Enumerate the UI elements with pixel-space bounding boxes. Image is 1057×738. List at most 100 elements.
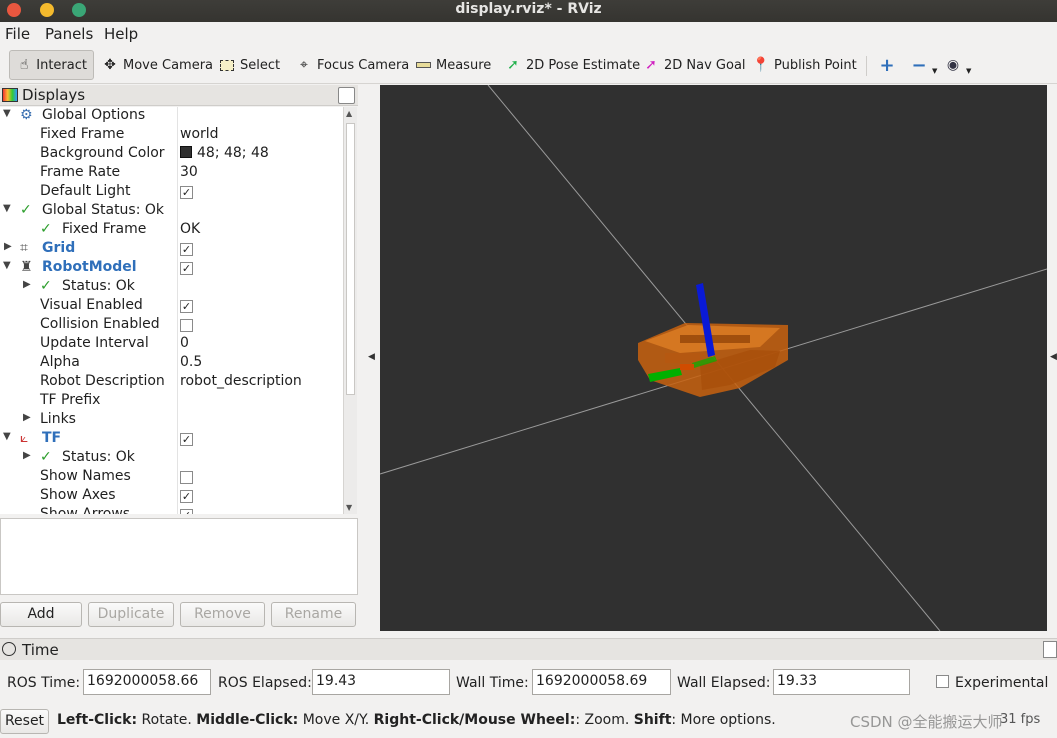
tree-row-tf-prefix[interactable]: TF Prefix (0, 392, 343, 411)
robot-model-enabled-checkbox[interactable]: ✓ (180, 262, 193, 275)
tree-label: Fixed Frame (40, 126, 125, 142)
collision-enabled-checkbox[interactable] (180, 319, 193, 332)
interact-tool-button[interactable]: ☝ Interact (9, 50, 94, 80)
reset-button[interactable]: Reset (0, 709, 49, 734)
displays-scrollbar[interactable]: ▲ ▼ (343, 107, 357, 514)
collapse-arrow-icon[interactable]: ▶ (23, 450, 31, 461)
collapse-left-panel-icon[interactable]: ◀ (368, 352, 375, 362)
tree-row-collision-enabled[interactable]: Collision Enabled (0, 316, 343, 335)
tree-row-visual-enabled[interactable]: Visual Enabled ✓ (0, 297, 343, 316)
tree-label: Global Status: Ok (42, 202, 165, 218)
rename-display-button[interactable]: Rename (271, 602, 356, 627)
expand-arrow-icon[interactable]: ▼ (3, 203, 11, 214)
show-names-checkbox[interactable] (180, 471, 193, 484)
tf-enabled-checkbox[interactable]: ✓ (180, 433, 193, 446)
tf-axes-icon: ⟀ (20, 430, 29, 446)
ros-time-label: ROS Time: (7, 675, 81, 691)
tree-row-tf[interactable]: ▼ ⟀ TF ✓ (0, 430, 343, 449)
shift-desc: : More options. (671, 712, 776, 728)
move-camera-tool-button[interactable]: ✥ Move Camera (95, 50, 219, 80)
expand-arrow-icon[interactable]: ▼ (3, 260, 11, 271)
wall-time-field[interactable]: 1692000058.69 (532, 669, 671, 695)
tree-row-show-axes[interactable]: Show Axes ✓ (0, 487, 343, 506)
collapse-arrow-icon[interactable]: ▶ (23, 412, 31, 423)
duplicate-display-button[interactable]: Duplicate (88, 602, 174, 627)
pose-estimate-tool-button[interactable]: ➚ 2D Pose Estimate (498, 50, 646, 80)
menu-help[interactable]: Help (104, 25, 138, 43)
displays-panel-title: Displays (22, 86, 86, 104)
tree-row-global-status[interactable]: ▼ ✓ Global Status: Ok (0, 202, 343, 221)
window-title: display.rviz* - RViz (455, 1, 602, 17)
3d-viewport[interactable] (380, 85, 1047, 631)
remove-display-button[interactable]: Remove (180, 602, 265, 627)
scrollbar-thumb[interactable] (346, 123, 355, 395)
move-camera-label: Move Camera (123, 57, 214, 73)
collapse-arrow-icon[interactable]: ▶ (4, 241, 12, 252)
tree-label: Fixed Frame (62, 221, 147, 237)
expand-arrow-icon[interactable]: ▼ (3, 108, 11, 119)
frame-rate-value[interactable]: 30 (180, 164, 198, 180)
fixed-frame-value[interactable]: world (180, 126, 219, 142)
grid-enabled-checkbox[interactable]: ✓ (180, 243, 193, 256)
tree-row-show-arrows[interactable]: Show Arrows ✓ (0, 506, 343, 514)
tree-row-grid[interactable]: ▶ ⌗ Grid ✓ (0, 240, 343, 259)
visual-enabled-checkbox[interactable]: ✓ (180, 300, 193, 313)
default-light-checkbox[interactable]: ✓ (180, 186, 193, 199)
tree-row-robot-model[interactable]: ▼ ♜ RobotModel ✓ (0, 259, 343, 278)
fps-counter: 31 fps (1000, 712, 1041, 727)
tree-row-global-options[interactable]: ▼ ⚙ Global Options (0, 107, 343, 126)
render-scene[interactable] (380, 85, 1047, 631)
focus-camera-label: Focus Camera (317, 57, 410, 73)
select-tool-button[interactable]: Select (212, 50, 286, 80)
scroll-up-icon[interactable]: ▲ (346, 109, 352, 118)
tree-label: TF Prefix (40, 392, 101, 408)
background-color-value[interactable]: 48; 48; 48 (180, 145, 269, 161)
expand-arrow-icon[interactable]: ▼ (3, 431, 11, 442)
tree-row-robot-description[interactable]: Robot Description robot_description (0, 373, 343, 392)
dropdown-arrow-icon: ▼ (966, 67, 972, 75)
collapse-right-panel-icon[interactable]: ◀ (1050, 352, 1057, 362)
add-display-button[interactable]: Add (0, 602, 82, 627)
tree-label: Status: Ok (62, 278, 135, 294)
collapse-arrow-icon[interactable]: ▶ (23, 279, 31, 290)
menu-file[interactable]: File (5, 25, 30, 43)
tree-label: Default Light (40, 183, 131, 199)
tree-row-fixed-frame[interactable]: Fixed Frame world (0, 126, 343, 145)
tree-row-update-interval[interactable]: Update Interval 0 (0, 335, 343, 354)
experimental-checkbox[interactable] (936, 675, 949, 688)
scroll-down-icon[interactable]: ▼ (346, 503, 352, 512)
menu-panels[interactable]: Panels (45, 25, 93, 43)
tree-row-tf-status[interactable]: ▶ ✓ Status: Ok (0, 449, 343, 468)
tree-label: TF (42, 430, 62, 446)
tree-row-frame-rate[interactable]: Frame Rate 30 (0, 164, 343, 183)
tree-row-robot-model-status[interactable]: ▶ ✓ Status: Ok (0, 278, 343, 297)
wall-elapsed-field[interactable]: 19.33 (773, 669, 910, 695)
view-tool-button[interactable]: ◉ ▼ (938, 50, 977, 80)
minus-icon: − (911, 54, 927, 76)
show-axes-checkbox[interactable]: ✓ (180, 490, 193, 503)
tree-row-alpha[interactable]: Alpha 0.5 (0, 354, 343, 373)
tree-row-status-fixed-frame[interactable]: ✓ Fixed Frame OK (0, 221, 343, 240)
measure-tool-button[interactable]: Measure (408, 50, 497, 80)
nav-goal-tool-button[interactable]: ➚ 2D Nav Goal (636, 50, 752, 80)
select-label: Select (240, 57, 281, 73)
tree-row-links[interactable]: ▶ Links (0, 411, 343, 430)
ros-elapsed-field[interactable]: 19.43 (312, 669, 450, 695)
status-help-text: Left-Click: Rotate. Middle-Click: Move X… (57, 712, 776, 728)
update-interval-value[interactable]: 0 (180, 335, 189, 351)
undock-panel-button[interactable] (338, 87, 355, 104)
checkmark-icon: ✓ (40, 449, 52, 465)
undock-time-panel-button[interactable] (1043, 641, 1057, 658)
show-arrows-checkbox[interactable]: ✓ (180, 509, 193, 514)
focus-camera-tool-button[interactable]: ⌖ Focus Camera (289, 50, 415, 80)
property-description-box (0, 518, 358, 595)
add-tool-button[interactable]: + (872, 50, 906, 80)
ros-time-field[interactable]: 1692000058.66 (83, 669, 211, 695)
publish-point-tool-button[interactable]: 📍 Publish Point (746, 50, 863, 80)
color-swatch (180, 146, 192, 158)
alpha-value[interactable]: 0.5 (180, 354, 202, 370)
tree-row-show-names[interactable]: Show Names (0, 468, 343, 487)
tree-row-background-color[interactable]: Background Color 48; 48; 48 (0, 145, 343, 164)
robot-description-value[interactable]: robot_description (180, 373, 302, 389)
tree-row-default-light[interactable]: Default Light ✓ (0, 183, 343, 202)
